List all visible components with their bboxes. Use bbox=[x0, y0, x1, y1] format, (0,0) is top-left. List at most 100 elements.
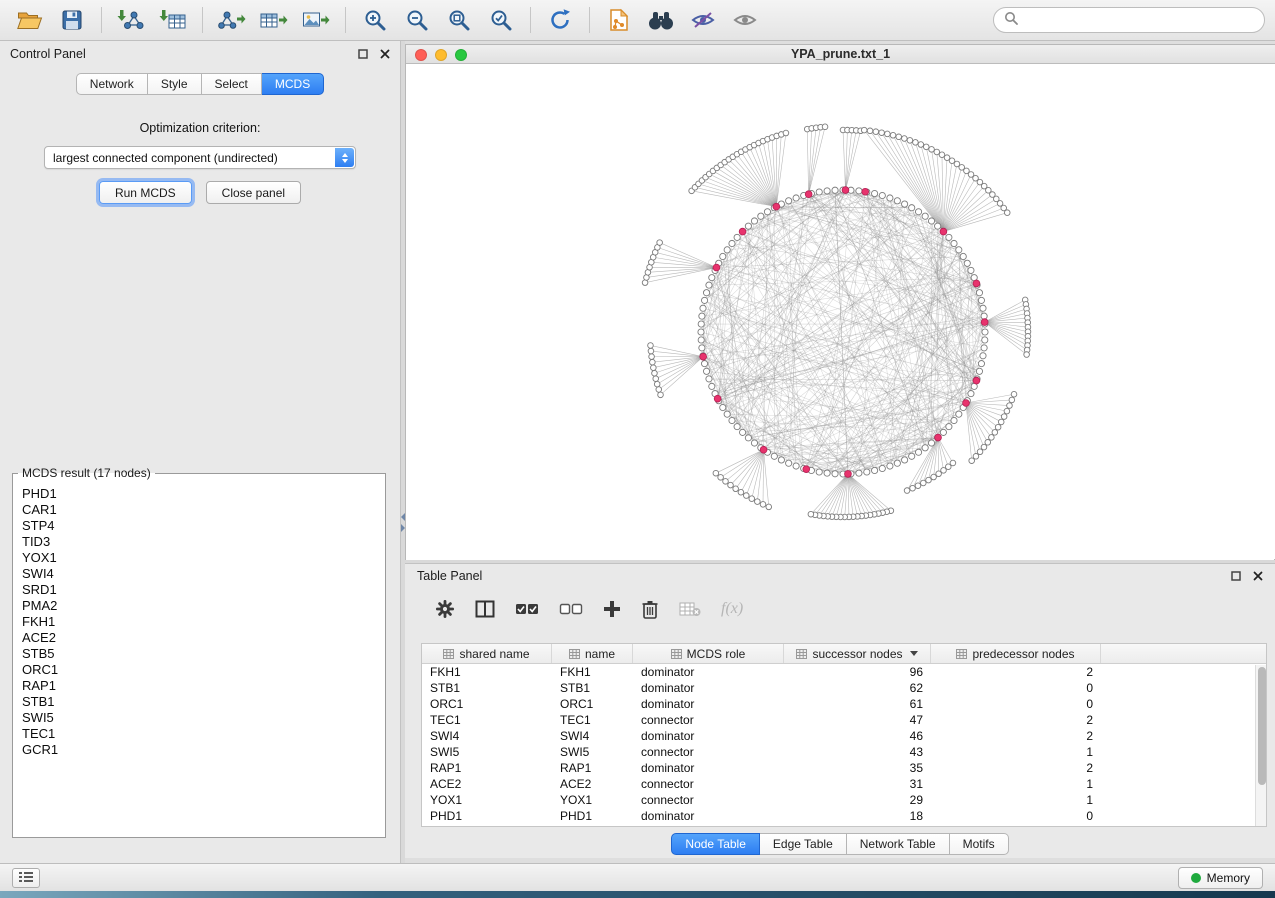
search-icon bbox=[1004, 11, 1018, 30]
mcds-result-node[interactable]: CAR1 bbox=[22, 502, 383, 518]
mcds-result-node[interactable]: RAP1 bbox=[22, 678, 383, 694]
open-folder-button[interactable] bbox=[10, 4, 50, 36]
table-row[interactable]: TEC1TEC1connector472 bbox=[422, 712, 1266, 728]
table-row[interactable]: FKH1FKH1dominator962 bbox=[422, 664, 1266, 680]
export-network-button[interactable] bbox=[212, 4, 252, 36]
close-icon[interactable] bbox=[1253, 571, 1263, 581]
zoom-in-button[interactable] bbox=[355, 4, 395, 36]
tab-mcds[interactable]: MCDS bbox=[262, 73, 324, 95]
cell-name: ACE2 bbox=[552, 777, 633, 791]
binoculars-icon bbox=[648, 9, 674, 31]
close-window-icon[interactable] bbox=[415, 49, 427, 61]
mcds-result-node[interactable]: TID3 bbox=[22, 534, 383, 550]
table-row[interactable]: PHD1PHD1dominator180 bbox=[422, 808, 1266, 824]
tab-style[interactable]: Style bbox=[148, 73, 202, 95]
search-input[interactable] bbox=[1024, 13, 1254, 27]
mcds-result-node[interactable]: SRD1 bbox=[22, 582, 383, 598]
cell-successor-nodes: 18 bbox=[784, 809, 931, 823]
table-row[interactable]: RAP1RAP1dominator352 bbox=[422, 760, 1266, 776]
tab-node-table[interactable]: Node Table bbox=[671, 833, 760, 855]
network-graph bbox=[406, 64, 1274, 560]
cell-shared-name: FKH1 bbox=[422, 665, 552, 679]
mcds-result-node[interactable]: PHD1 bbox=[22, 486, 383, 502]
float-icon[interactable] bbox=[358, 49, 368, 59]
toggle-graphics-button[interactable] bbox=[683, 4, 723, 36]
column-header-shared-name[interactable]: shared name bbox=[422, 644, 552, 663]
mcds-result-node[interactable]: ORC1 bbox=[22, 662, 383, 678]
fx-button[interactable]: f(x) bbox=[721, 600, 743, 618]
optimization-criterion-label: Optimization criterion: bbox=[0, 121, 400, 135]
import-table-button[interactable] bbox=[153, 4, 193, 36]
delete-row-button[interactable] bbox=[641, 599, 659, 619]
run-mcds-button[interactable]: Run MCDS bbox=[99, 181, 192, 204]
criterion-select[interactable]: largest connected component (undirected) bbox=[44, 146, 356, 169]
scrollbar-thumb[interactable] bbox=[1258, 667, 1266, 785]
delete-table-button[interactable] bbox=[679, 601, 701, 617]
mcds-result-node[interactable]: PMA2 bbox=[22, 598, 383, 614]
table-row[interactable]: SWI4SWI4dominator462 bbox=[422, 728, 1266, 744]
refresh-button[interactable] bbox=[540, 4, 580, 36]
cell-successor-nodes: 35 bbox=[784, 761, 931, 775]
mcds-result-node[interactable]: ACE2 bbox=[22, 630, 383, 646]
columns-button[interactable] bbox=[475, 600, 495, 618]
close-icon[interactable] bbox=[380, 49, 390, 59]
tab-motifs[interactable]: Motifs bbox=[950, 833, 1009, 855]
select-stepper-icon bbox=[335, 148, 354, 167]
binoculars-button[interactable] bbox=[641, 4, 681, 36]
memory-button[interactable]: Memory bbox=[1178, 867, 1263, 889]
mcds-result-node[interactable]: TEC1 bbox=[22, 726, 383, 742]
add-row-button[interactable] bbox=[603, 600, 621, 618]
mcds-result-node[interactable]: YOX1 bbox=[22, 550, 383, 566]
tab-edge-table[interactable]: Edge Table bbox=[760, 833, 847, 855]
mcds-result-node[interactable]: FKH1 bbox=[22, 614, 383, 630]
zoom-out-button[interactable] bbox=[397, 4, 437, 36]
table-scrollbar[interactable] bbox=[1255, 665, 1266, 826]
maximize-window-icon[interactable] bbox=[455, 49, 467, 61]
column-header-predecessor-nodes[interactable]: predecessor nodes bbox=[931, 644, 1101, 663]
export-table-button[interactable] bbox=[254, 4, 294, 36]
save-button[interactable] bbox=[52, 4, 92, 36]
search-box[interactable] bbox=[993, 7, 1265, 33]
tab-network[interactable]: Network bbox=[76, 73, 148, 95]
mcds-result-node[interactable]: STB5 bbox=[22, 646, 383, 662]
float-icon[interactable] bbox=[1231, 571, 1241, 581]
table-body: FKH1FKH1dominator962STB1STB1dominator620… bbox=[422, 664, 1266, 824]
panel-menu-button[interactable] bbox=[12, 868, 40, 888]
import-network-button[interactable] bbox=[111, 4, 151, 36]
column-header-mcds-role[interactable]: MCDS role bbox=[633, 644, 784, 663]
export-image-button[interactable] bbox=[296, 4, 336, 36]
cell-predecessor-nodes: 0 bbox=[931, 697, 1101, 711]
table-toolbar: f(x) bbox=[405, 588, 1275, 630]
zoom-selected-button[interactable] bbox=[481, 4, 521, 36]
network-window-titlebar[interactable]: YPA_prune.txt_1 bbox=[406, 45, 1275, 64]
clone-network-button[interactable] bbox=[599, 4, 639, 36]
menu-list-icon bbox=[18, 871, 34, 886]
cell-shared-name: SWI5 bbox=[422, 745, 552, 759]
mcds-result-node[interactable]: STB1 bbox=[22, 694, 383, 710]
show-hide-button[interactable] bbox=[725, 4, 765, 36]
table-row[interactable]: SWI5SWI5connector431 bbox=[422, 744, 1266, 760]
select-all-button[interactable] bbox=[515, 601, 539, 617]
deselect-all-button[interactable] bbox=[559, 601, 583, 617]
gear-button[interactable] bbox=[435, 599, 455, 619]
tab-select[interactable]: Select bbox=[202, 73, 262, 95]
mcds-result-node[interactable]: SWI5 bbox=[22, 710, 383, 726]
minimize-window-icon[interactable] bbox=[435, 49, 447, 61]
zoom-selected-icon bbox=[489, 8, 513, 32]
table-row[interactable]: ORC1ORC1dominator610 bbox=[422, 696, 1266, 712]
fx-icon: f(x) bbox=[721, 600, 743, 618]
mcds-result-node[interactable]: SWI4 bbox=[22, 566, 383, 582]
column-header-name[interactable]: name bbox=[552, 644, 633, 663]
import-table-icon bbox=[159, 9, 187, 31]
mcds-result-node[interactable]: GCR1 bbox=[22, 742, 383, 758]
network-canvas[interactable] bbox=[406, 64, 1274, 560]
table-row[interactable]: YOX1YOX1connector291 bbox=[422, 792, 1266, 808]
cell-name: PHD1 bbox=[552, 809, 633, 823]
table-row[interactable]: STB1STB1dominator620 bbox=[422, 680, 1266, 696]
zoom-fit-button[interactable] bbox=[439, 4, 479, 36]
column-header-successor-nodes[interactable]: successor nodes bbox=[784, 644, 931, 663]
table-row[interactable]: ACE2ACE2connector311 bbox=[422, 776, 1266, 792]
close-panel-button[interactable]: Close panel bbox=[206, 181, 301, 204]
tab-network-table[interactable]: Network Table bbox=[847, 833, 950, 855]
mcds-result-node[interactable]: STP4 bbox=[22, 518, 383, 534]
